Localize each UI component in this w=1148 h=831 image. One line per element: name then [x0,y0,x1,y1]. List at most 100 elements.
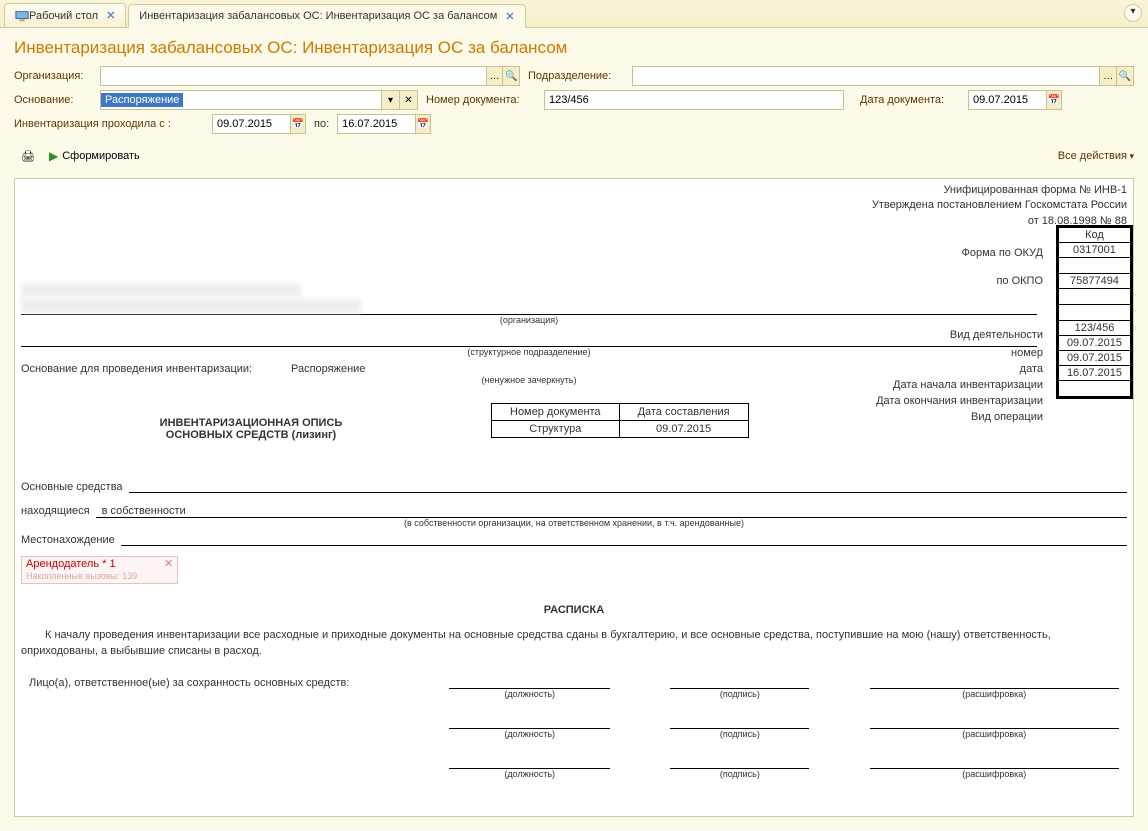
close-icon[interactable]: ✕ [164,557,173,570]
doc-meta-table: Номер документа Дата составления Структу… [491,403,749,438]
num-value: 123/456 [1058,321,1130,336]
place-label: Местонахождение [21,534,121,546]
approved-date-line: от 18.08.1998 № 88 [21,214,1127,229]
dept-label: Подразделение: [528,70,624,82]
mini-value: 09.07.2015 [619,421,748,438]
okpo-label: по ОКПО [996,275,1043,287]
empty-cell [1058,305,1130,321]
expand-button[interactable]: ▾ [1124,4,1142,22]
okud-label: Форма по ОКУД [962,247,1044,259]
strike-note: (ненужное зачеркнуть) [21,375,1037,385]
basis-line-label: Основание для проведения инвентаризации: [21,363,291,375]
docdate-input[interactable]: 📅 [968,90,1062,110]
okud-value: 0317001 [1058,243,1130,258]
code-box: Код 0317001 75877494 123/456 09.07.2015 … [1056,225,1133,399]
dept-input[interactable]: … 🔍 [632,66,1134,86]
dept-line [21,333,1037,347]
docnum-label: Номер документа: [426,94,536,106]
page-title: Инвентаризация забалансовых ОС: Инвентар… [0,28,1148,66]
sig-line [449,669,610,689]
tab-bar: Рабочий стол ✕ Инвентаризация забалансов… [0,0,1148,28]
close-icon[interactable]: ✕ [505,10,514,23]
empty-cell [1058,381,1130,397]
play-icon: ▶ [49,149,58,163]
search-button[interactable]: 🔍 [1116,67,1133,85]
docdate-label: Дата документа: [860,94,960,106]
doc-title: ИНВЕНТАРИЗАЦИОННАЯ ОПИСЬ ОСНОВНЫХ СРЕДСТ… [21,403,481,441]
num-label: номер [1011,347,1043,359]
document: Унифицированная форма № ИНВ-1 Утверждена… [15,179,1133,783]
period-from-input[interactable]: 📅 [212,114,306,134]
loc-line: в собственности [96,505,1127,518]
dept-field[interactable] [633,70,1099,82]
org-input[interactable]: … 🔍 [100,66,520,86]
okpo-value: 75877494 [1058,274,1130,289]
period-from-field[interactable] [213,118,290,130]
org-field[interactable] [101,70,486,82]
sig-sub: (подпись) [662,729,817,739]
sig-sub: (подпись) [662,689,817,699]
sig-line [870,669,1119,689]
form-button[interactable]: ▶ Сформировать [42,146,147,166]
all-actions-menu[interactable]: Все действия [1058,150,1134,162]
date-label: дата [1020,363,1043,375]
arendodatel-faint: Накопленные вызовы: 139 [26,571,137,581]
sig-sub: (подпись) [662,769,817,779]
basis-input[interactable]: Распоряжение ▾ ✕ [100,90,418,110]
docnum-field[interactable] [545,94,843,106]
calendar-button[interactable]: 📅 [415,115,430,133]
form-panel: Организация: … 🔍 Подразделение: … 🔍 Осно… [0,66,1148,134]
sig-sub: (расшифровка) [862,769,1127,779]
sig-sub: (должность) [441,769,618,779]
printer-icon: 🖨 [21,150,35,163]
org-line [21,289,1037,315]
op-label: Вид операции [971,411,1043,423]
loc-sublabel: (в собственности организации, на ответст… [21,518,1127,528]
empty-cell [1058,258,1130,274]
raspisska-text: К началу проведения инвентаризации все р… [21,628,1127,659]
basis-label: Основание: [14,94,92,106]
mini-header: Дата составления [619,404,748,421]
ellipsis-button[interactable]: … [1099,67,1116,85]
clear-button[interactable]: ✕ [399,91,417,109]
mini-value: Структура [492,421,620,438]
place-line [121,534,1127,546]
calendar-button[interactable]: 📅 [290,115,305,133]
period-to-input[interactable]: 📅 [337,114,431,134]
desktop-icon [15,9,29,23]
signature-block: Лицо(а), ответственное(ые) за сохранност… [21,669,1127,779]
os-line [129,481,1127,493]
period-label: Инвентаризация проходила с : [14,118,204,130]
doc-title-line2: ОСНОВНЫХ СРЕДСТВ (лизинг) [21,429,481,441]
end-label: Дата окончания инвентаризации [876,395,1043,407]
form-button-label: Сформировать [62,150,140,162]
calendar-button[interactable]: 📅 [1046,91,1061,109]
sig-sub: (должность) [441,729,618,739]
sig-sub: (расшифровка) [862,729,1127,739]
tab-label: Рабочий стол [29,10,98,22]
doc-title-line1: ИНВЕНТАРИЗАЦИОННАЯ ОПИСЬ [21,417,481,429]
mini-header: Номер документа [492,404,620,421]
form-code-line: Унифицированная форма № ИНВ-1 [21,183,1127,198]
ellipsis-button[interactable]: … [486,67,503,85]
end-value: 16.07.2015 [1058,366,1130,381]
tab-document[interactable]: Инвентаризация забалансовых ОС: Инвентар… [128,4,525,28]
docdate-field[interactable] [969,94,1046,106]
docnum-input[interactable] [544,90,844,110]
arendodatel-badge[interactable]: Арендодатель * 1 Накопленные вызовы: 139… [21,556,178,584]
sig-sub: (расшифровка) [862,689,1127,699]
document-viewport[interactable]: Унифицированная форма № ИНВ-1 Утверждена… [14,178,1134,817]
sig-sub: (должность) [441,689,618,699]
loc-value: в собственности [96,505,186,517]
toolbar: 🖨 ▶ Сформировать Все действия [0,138,1148,174]
basis-value: Распоряжение [101,93,183,107]
sig-line [670,749,809,769]
print-button[interactable]: 🖨 [14,147,42,166]
period-to-field[interactable] [338,118,415,130]
tab-desktop[interactable]: Рабочий стол ✕ [4,3,126,27]
code-header: Код [1058,228,1130,243]
dropdown-button[interactable]: ▾ [381,91,399,109]
close-icon[interactable]: ✕ [106,9,115,22]
arendodatel-label: Арендодатель * [26,558,106,570]
search-button[interactable]: 🔍 [502,67,519,85]
